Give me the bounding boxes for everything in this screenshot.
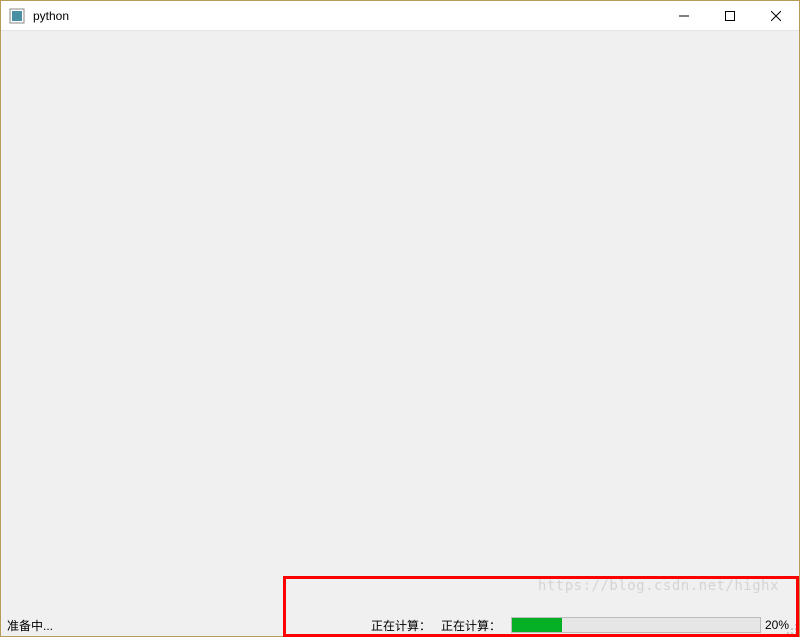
size-grip[interactable] [784,621,798,635]
application-window: python https://blog.csdn.net/highx 准备中..… [0,0,800,637]
maximize-button[interactable] [707,1,753,30]
app-icon [9,8,25,24]
titlebar[interactable]: python [1,1,799,31]
progress-bar [511,617,761,633]
window-title: python [33,9,69,23]
status-mid-text-2: 正在计算： [441,617,511,634]
watermark-text: https://blog.csdn.net/highx [538,578,779,594]
progress-fill [512,618,562,632]
minimize-button[interactable] [661,1,707,30]
window-controls [661,1,799,30]
close-button[interactable] [753,1,799,30]
status-left-text: 准备中... [7,617,53,634]
progress-section: 20% [511,617,795,633]
statusbar: 准备中... 正在计算： 正在计算： 20% [1,614,799,636]
status-mid-text-1: 正在计算： [371,617,441,634]
client-area: https://blog.csdn.net/highx [1,31,799,614]
